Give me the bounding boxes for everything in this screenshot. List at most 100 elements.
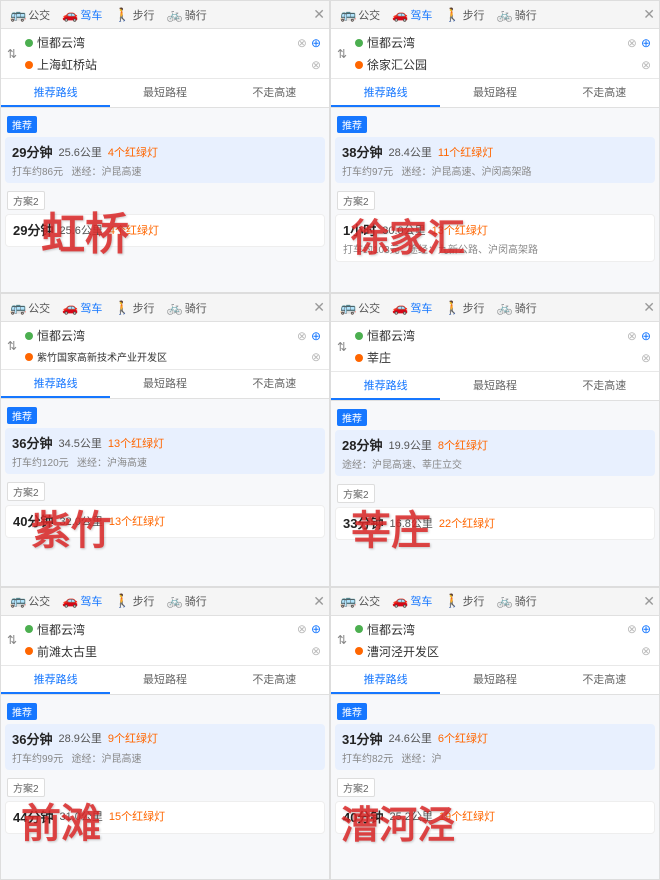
tab-recommend-3[interactable]: 推荐路线 bbox=[1, 370, 110, 398]
close-btn-1[interactable]: ✕ bbox=[313, 6, 325, 23]
origin-text-3[interactable]: 恒都云湾 bbox=[37, 326, 293, 345]
car-btn-3[interactable]: 🚗 驾车 bbox=[57, 298, 107, 318]
tab-nohighway-6[interactable]: 不走高速 bbox=[550, 666, 659, 694]
origin-text-5[interactable]: 恒都云湾 bbox=[37, 620, 293, 639]
recommend-badge-5: 推荐 bbox=[7, 703, 37, 720]
bus-btn-1[interactable]: 🚌 公交 bbox=[5, 5, 55, 25]
car-btn-5[interactable]: 🚗 驾车 bbox=[57, 591, 107, 611]
recommend-card-2[interactable]: 38分钟 28.4公里 11个红绿灯 打车约97元 迷经：沪昆高速、沪闵高架路 bbox=[335, 137, 655, 183]
tab-shortest-6[interactable]: 最短路程 bbox=[440, 666, 549, 694]
origin-add-1[interactable]: ⊕ bbox=[311, 36, 321, 50]
origin-clear-4[interactable]: ⊗ bbox=[627, 329, 637, 343]
dest-text-4[interactable]: 莘庄 bbox=[367, 348, 637, 367]
scheme2-card-5[interactable]: 44分钟 31.0公里 15个红绿灯 bbox=[5, 801, 325, 834]
bike-btn-6[interactable]: 🚲 骑行 bbox=[492, 591, 542, 611]
bike-btn-5[interactable]: 🚲 骑行 bbox=[162, 591, 212, 611]
origin-text-6[interactable]: 恒都云湾 bbox=[367, 620, 623, 639]
dest-text-1[interactable]: 上海虹桥站 bbox=[37, 55, 307, 74]
tab-shortest-3[interactable]: 最短路程 bbox=[110, 370, 219, 398]
swap-btn-5[interactable]: ⇅ bbox=[7, 633, 17, 647]
swap-btn-4[interactable]: ⇅ bbox=[337, 340, 347, 354]
walk-btn-6[interactable]: 🚶 步行 bbox=[439, 591, 489, 611]
recommend-card-4[interactable]: 28分钟 19.9公里 8个红绿灯 途经：沪昆高速、莘庄立交 bbox=[335, 430, 655, 476]
bus-btn-5[interactable]: 🚌 公交 bbox=[5, 591, 55, 611]
recommend-card-5[interactable]: 36分钟 28.9公里 9个红绿灯 打车约99元 途经：沪昆高速 bbox=[5, 724, 325, 770]
car-btn-1[interactable]: 🚗 驾车 bbox=[57, 5, 107, 25]
tab-recommend-6[interactable]: 推荐路线 bbox=[331, 666, 440, 694]
origin-add-6[interactable]: ⊕ bbox=[641, 622, 651, 636]
origin-add-3[interactable]: ⊕ bbox=[311, 329, 321, 343]
origin-text-1[interactable]: 恒都云湾 bbox=[37, 33, 293, 52]
tab-shortest-5[interactable]: 最短路程 bbox=[110, 666, 219, 694]
dest-clear-1[interactable]: ⊗ bbox=[311, 58, 321, 72]
dest-text-2[interactable]: 徐家汇公园 bbox=[367, 55, 637, 74]
origin-text-4[interactable]: 恒都云湾 bbox=[367, 326, 623, 345]
bus-btn-2[interactable]: 🚌 公交 bbox=[335, 5, 385, 25]
swap-btn-6[interactable]: ⇅ bbox=[337, 633, 347, 647]
walk-btn-1[interactable]: 🚶 步行 bbox=[109, 5, 159, 25]
close-btn-2[interactable]: ✕ bbox=[643, 6, 655, 23]
walk-btn-3[interactable]: 🚶 步行 bbox=[109, 298, 159, 318]
tab-nohighway-2[interactable]: 不走高速 bbox=[550, 79, 659, 107]
scheme2-card-1[interactable]: 29分钟 25.6公里 4个红绿灯 bbox=[5, 214, 325, 247]
tab-nohighway-4[interactable]: 不走高速 bbox=[550, 372, 659, 400]
tab-shortest-4[interactable]: 最短路程 bbox=[440, 372, 549, 400]
bus-btn-3[interactable]: 🚌 公交 bbox=[5, 298, 55, 318]
bike-label-3: 骑行 bbox=[185, 300, 207, 316]
tab-nohighway-3[interactable]: 不走高速 bbox=[220, 370, 329, 398]
recommend-card-3[interactable]: 36分钟 34.5公里 13个红绿灯 打车约120元 迷经：沪海高速 bbox=[5, 428, 325, 474]
dest-text-3[interactable]: 紫竹国家高新技术产业开发区 bbox=[37, 348, 307, 365]
dest-clear-6[interactable]: ⊗ bbox=[641, 644, 651, 658]
origin-add-5[interactable]: ⊕ bbox=[311, 622, 321, 636]
origin-clear-3[interactable]: ⊗ bbox=[297, 329, 307, 343]
car-btn-4[interactable]: 🚗 驾车 bbox=[387, 298, 437, 318]
scheme2-card-2[interactable]: 1小时 30.0公里 13个红绿灯 打车约103元 途经：九新公路、沪闵高架路 bbox=[335, 214, 655, 262]
walk-btn-2[interactable]: 🚶 步行 bbox=[439, 5, 489, 25]
swap-btn-2[interactable]: ⇅ bbox=[337, 47, 347, 61]
dest-clear-3[interactable]: ⊗ bbox=[311, 350, 321, 364]
tab-nohighway-5[interactable]: 不走高速 bbox=[220, 666, 329, 694]
tab-recommend-4[interactable]: 推荐路线 bbox=[331, 372, 440, 400]
recommend-card-1[interactable]: 29分钟 25.6公里 4个红绿灯 打车约86元 迷经：沪昆高速 bbox=[5, 137, 325, 183]
dest-clear-5[interactable]: ⊗ bbox=[311, 644, 321, 658]
dest-clear-4[interactable]: ⊗ bbox=[641, 351, 651, 365]
tab-recommend-2[interactable]: 推荐路线 bbox=[331, 79, 440, 107]
car-btn-2[interactable]: 🚗 驾车 bbox=[387, 5, 437, 25]
scheme2-card-4[interactable]: 33分钟 16.8公里 22个红绿灯 bbox=[335, 507, 655, 540]
tab-nohighway-1[interactable]: 不走高速 bbox=[220, 79, 329, 107]
bus-btn-6[interactable]: 🚌 公交 bbox=[335, 591, 385, 611]
bike-btn-3[interactable]: 🚲 骑行 bbox=[162, 298, 212, 318]
dest-text-6[interactable]: 漕河泾开发区 bbox=[367, 642, 637, 661]
car-label-2: 驾车 bbox=[410, 7, 432, 23]
swap-btn-1[interactable]: ⇅ bbox=[7, 47, 17, 61]
scheme2-card-3[interactable]: 40分钟 32.0公里 13个红绿灯 bbox=[5, 505, 325, 538]
bus-label-3: 公交 bbox=[28, 300, 50, 316]
origin-clear-2[interactable]: ⊗ bbox=[627, 36, 637, 50]
close-btn-6[interactable]: ✕ bbox=[643, 593, 655, 610]
bike-btn-4[interactable]: 🚲 骑行 bbox=[492, 298, 542, 318]
close-btn-4[interactable]: ✕ bbox=[643, 299, 655, 316]
dest-text-5[interactable]: 前滩太古里 bbox=[37, 642, 307, 661]
bike-btn-1[interactable]: 🚲 骑行 bbox=[162, 5, 212, 25]
origin-add-4[interactable]: ⊕ bbox=[641, 329, 651, 343]
close-btn-3[interactable]: ✕ bbox=[313, 299, 325, 316]
bike-btn-2[interactable]: 🚲 骑行 bbox=[492, 5, 542, 25]
tab-recommend-5[interactable]: 推荐路线 bbox=[1, 666, 110, 694]
car-btn-6[interactable]: 🚗 驾车 bbox=[387, 591, 437, 611]
walk-btn-5[interactable]: 🚶 步行 bbox=[109, 591, 159, 611]
walk-btn-4[interactable]: 🚶 步行 bbox=[439, 298, 489, 318]
origin-text-2[interactable]: 恒都云湾 bbox=[367, 33, 623, 52]
origin-clear-6[interactable]: ⊗ bbox=[627, 622, 637, 636]
bus-btn-4[interactable]: 🚌 公交 bbox=[335, 298, 385, 318]
origin-clear-5[interactable]: ⊗ bbox=[297, 622, 307, 636]
tab-shortest-1[interactable]: 最短路程 bbox=[110, 79, 219, 107]
dest-clear-2[interactable]: ⊗ bbox=[641, 58, 651, 72]
tab-shortest-2[interactable]: 最短路程 bbox=[440, 79, 549, 107]
tab-recommend-1[interactable]: 推荐路线 bbox=[1, 79, 110, 107]
close-btn-5[interactable]: ✕ bbox=[313, 593, 325, 610]
scheme2-card-6[interactable]: 40分钟 25.2公里 19个红绿灯 bbox=[335, 801, 655, 834]
origin-clear-1[interactable]: ⊗ bbox=[297, 36, 307, 50]
origin-add-2[interactable]: ⊕ bbox=[641, 36, 651, 50]
swap-btn-3[interactable]: ⇅ bbox=[7, 339, 17, 353]
recommend-card-6[interactable]: 31分钟 24.6公里 6个红绿灯 打车约82元 迷经：沪 bbox=[335, 724, 655, 770]
